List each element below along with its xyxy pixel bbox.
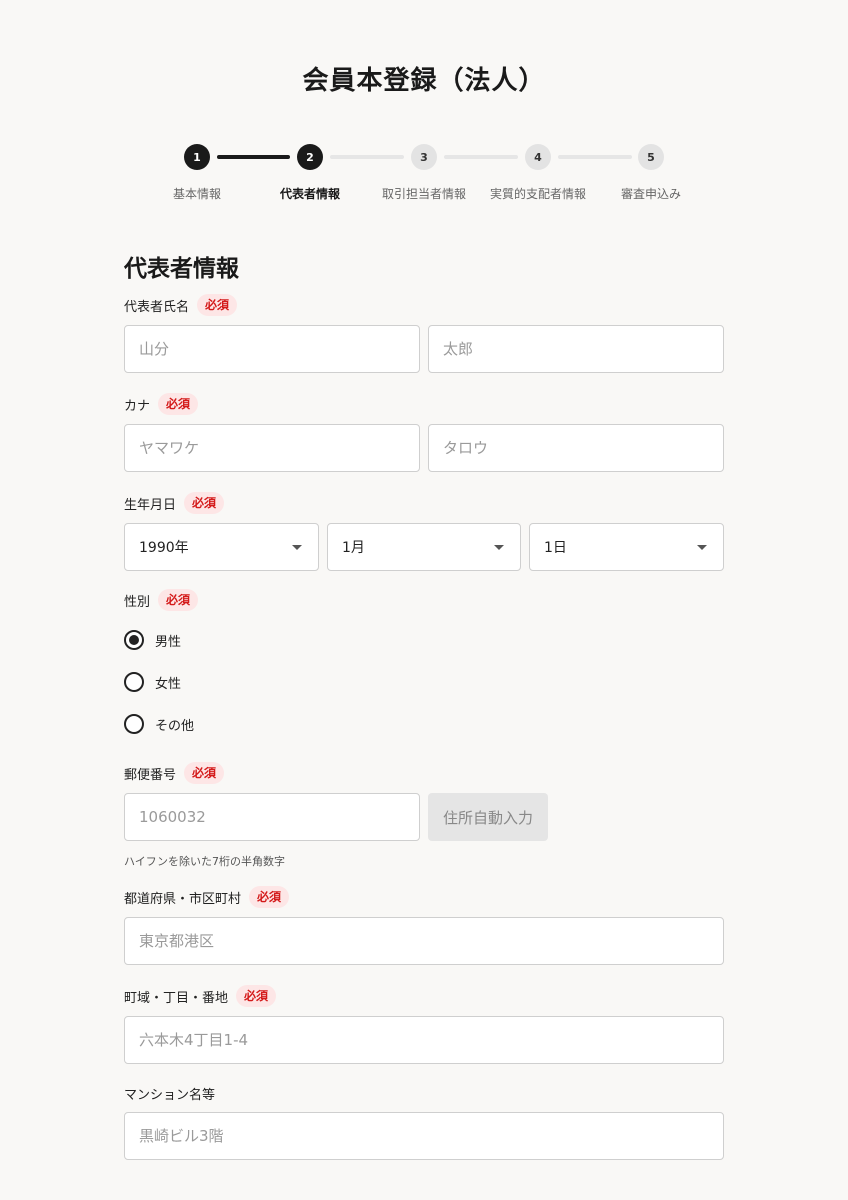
gender-option-label: その他 [155, 715, 194, 734]
building-input[interactable] [124, 1112, 724, 1160]
town-address-label-text: 町域・丁目・番地 [124, 987, 228, 1006]
progress-stepper: 1 2 3 4 5 基本情報 代表者情報 取引担当者情報 実質的支配者情報 審査… [0, 143, 848, 213]
step-5-circle: 5 [638, 144, 664, 170]
step-connector-3-4 [444, 155, 518, 159]
gender-option-female[interactable]: 女性 [124, 671, 181, 693]
chevron-down-icon [494, 545, 504, 550]
required-badge: 必須 [158, 589, 198, 611]
gender-label-text: 性別 [124, 591, 150, 610]
birth-year-value: 1990年 [139, 537, 189, 557]
first-name-input[interactable] [428, 325, 724, 373]
gender-option-label: 男性 [155, 631, 181, 650]
prefecture-city-input[interactable] [124, 917, 724, 965]
town-address-input[interactable] [124, 1016, 724, 1064]
step-connector-4-5 [558, 155, 632, 159]
first-name-kana-input[interactable] [428, 424, 724, 472]
building-label-text: マンション名等 [124, 1084, 215, 1103]
postal-code-label-text: 郵便番号 [124, 764, 176, 783]
page-title: 会員本登録（法人） [0, 60, 848, 97]
building-label: マンション名等 [124, 1081, 215, 1105]
gender-label: 性別 必須 [124, 588, 198, 612]
gender-option-male[interactable]: 男性 [124, 629, 181, 651]
required-badge: 必須 [249, 886, 289, 908]
birthdate-label: 生年月日 必須 [124, 491, 224, 515]
radio-unselected-icon[interactable] [124, 714, 144, 734]
chevron-down-icon [292, 545, 302, 550]
gender-option-other[interactable]: その他 [124, 713, 194, 735]
postal-code-label: 郵便番号 必須 [124, 761, 224, 785]
radio-unselected-icon[interactable] [124, 672, 144, 692]
town-address-label: 町域・丁目・番地 必須 [124, 984, 276, 1008]
postal-code-input[interactable] [124, 793, 420, 841]
required-badge: 必須 [236, 985, 276, 1007]
birthdate-label-text: 生年月日 [124, 494, 176, 513]
chevron-down-icon [697, 545, 707, 550]
required-badge: 必須 [158, 393, 198, 415]
birth-day-value: 1日 [544, 537, 567, 557]
step-connector-1-2 [217, 155, 290, 159]
name-label-text: 代表者氏名 [124, 296, 189, 315]
kana-label: カナ 必須 [124, 392, 198, 416]
step-5-label: 審査申込み [581, 185, 721, 202]
birth-day-select[interactable]: 1日 [529, 523, 724, 571]
step-1-circle: 1 [184, 144, 210, 170]
step-3-circle: 3 [411, 144, 437, 170]
step-2-circle: 2 [297, 144, 323, 170]
birth-year-select[interactable]: 1990年 [124, 523, 319, 571]
kana-label-text: カナ [124, 395, 150, 414]
prefecture-city-label: 都道府県・市区町村 必須 [124, 885, 289, 909]
required-badge: 必須 [197, 294, 237, 316]
required-badge: 必須 [184, 492, 224, 514]
step-4-circle: 4 [525, 144, 551, 170]
required-badge: 必須 [184, 762, 224, 784]
step-connector-2-3 [330, 155, 404, 159]
last-name-input[interactable] [124, 325, 420, 373]
postal-code-hint: ハイフンを除いた7桁の半角数字 [124, 853, 285, 869]
gender-option-label: 女性 [155, 673, 181, 692]
radio-selected-icon[interactable] [124, 630, 144, 650]
section-title: 代表者情報 [124, 249, 239, 283]
last-name-kana-input[interactable] [124, 424, 420, 472]
birth-month-select[interactable]: 1月 [327, 523, 521, 571]
auto-fill-address-button[interactable]: 住所自動入力 [428, 793, 548, 841]
prefecture-city-label-text: 都道府県・市区町村 [124, 888, 241, 907]
name-label: 代表者氏名 必須 [124, 293, 237, 317]
birth-month-value: 1月 [342, 537, 365, 557]
